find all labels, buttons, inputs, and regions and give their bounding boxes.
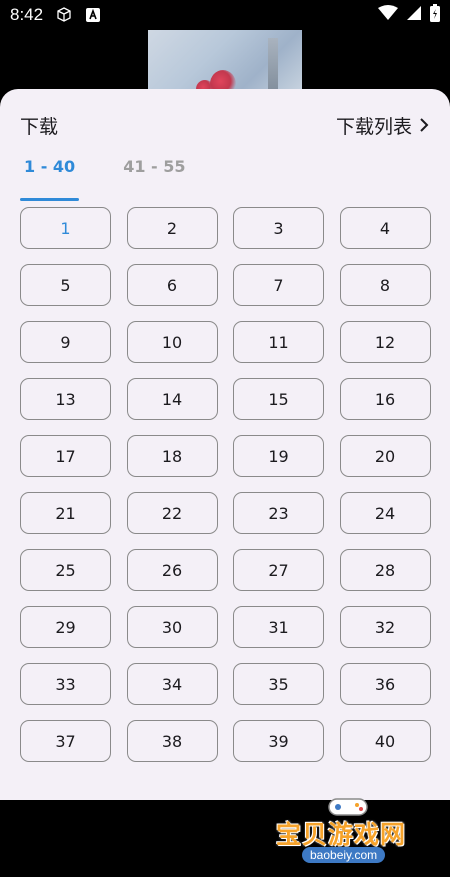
text-a-icon bbox=[85, 7, 101, 23]
watermark-url: baobeiy.com bbox=[302, 847, 386, 863]
episode-button[interactable]: 16 bbox=[339, 378, 431, 420]
episode-button[interactable]: 1 bbox=[20, 207, 111, 249]
download-list-link[interactable]: 下载列表 bbox=[336, 112, 430, 139]
episode-button[interactable]: 39 bbox=[233, 720, 324, 762]
episode-button[interactable]: 19 bbox=[233, 435, 324, 477]
episode-button[interactable]: 8 bbox=[339, 264, 431, 306]
watermark-text: 宝贝游戏网 bbox=[276, 820, 407, 849]
battery-icon bbox=[430, 4, 440, 26]
episode-button[interactable]: 17 bbox=[20, 435, 111, 477]
episode-button[interactable]: 40 bbox=[339, 720, 431, 762]
episode-button[interactable]: 6 bbox=[126, 264, 218, 306]
episode-button[interactable]: 15 bbox=[233, 378, 324, 420]
tab-range-1[interactable]: 1 - 40 bbox=[20, 157, 80, 201]
episode-button[interactable]: 29 bbox=[20, 606, 111, 648]
episode-button[interactable]: 33 bbox=[20, 663, 111, 705]
episode-button[interactable]: 5 bbox=[20, 264, 111, 306]
episode-button[interactable]: 24 bbox=[339, 492, 431, 534]
cube-icon bbox=[55, 6, 73, 24]
episode-button[interactable]: 22 bbox=[126, 492, 218, 534]
episode-button[interactable]: 35 bbox=[233, 663, 324, 705]
site-watermark: 宝贝游戏网 baobeiy.com bbox=[276, 789, 426, 877]
episode-button[interactable]: 21 bbox=[20, 492, 111, 534]
video-thumbnail bbox=[148, 30, 302, 94]
episode-button[interactable]: 30 bbox=[126, 606, 218, 648]
episode-button[interactable]: 3 bbox=[233, 207, 324, 249]
sheet-header: 下载 下载列表 bbox=[20, 111, 430, 139]
episode-grid: 1 2 3 4 5 6 7 8 9 10 11 12 13 14 15 16 17 18 19 20 21 22 23 24 2… bbox=[20, 207, 431, 762]
episode-button[interactable]: 34 bbox=[126, 663, 218, 705]
sheet-title: 下载 bbox=[20, 115, 59, 138]
thumbnail-tower bbox=[268, 38, 278, 94]
episode-button[interactable]: 32 bbox=[339, 606, 431, 648]
episode-button[interactable]: 13 bbox=[20, 378, 111, 420]
episode-button[interactable]: 14 bbox=[126, 378, 218, 420]
episode-button[interactable]: 18 bbox=[126, 435, 218, 477]
gamepad-icon bbox=[326, 795, 370, 823]
range-tabs: 1 - 40 41 - 55 bbox=[20, 157, 190, 201]
episode-button[interactable]: 2 bbox=[126, 207, 218, 249]
download-sheet: 下载 下载列表 1 - 40 41 - 55 1 2 3 4 5 6 7 8 9 10 11 12 13 1… bbox=[0, 89, 450, 863]
chevron-right-icon bbox=[418, 117, 430, 133]
episode-button[interactable]: 9 bbox=[20, 321, 111, 363]
wifi-icon bbox=[378, 5, 398, 25]
episode-button[interactable]: 11 bbox=[233, 321, 324, 363]
episode-button[interactable]: 7 bbox=[233, 264, 324, 306]
episode-button[interactable]: 10 bbox=[126, 321, 218, 363]
episode-button[interactable]: 4 bbox=[339, 207, 431, 249]
tab-range-2[interactable]: 41 - 55 bbox=[119, 157, 189, 191]
episode-button[interactable]: 26 bbox=[126, 549, 218, 591]
episode-button[interactable]: 28 bbox=[339, 549, 431, 591]
episode-button[interactable]: 36 bbox=[339, 663, 431, 705]
download-list-label: 下载列表 bbox=[335, 115, 412, 138]
episode-button[interactable]: 23 bbox=[233, 492, 324, 534]
episode-button[interactable]: 37 bbox=[20, 720, 111, 762]
episode-button[interactable]: 31 bbox=[233, 606, 324, 648]
episode-button[interactable]: 20 bbox=[339, 435, 431, 477]
status-bar: 8:42 bbox=[0, 0, 450, 30]
episode-button[interactable]: 38 bbox=[126, 720, 218, 762]
status-time: 8:42 bbox=[10, 5, 44, 24]
episode-button[interactable]: 12 bbox=[339, 321, 431, 363]
signal-icon bbox=[406, 5, 422, 25]
episode-button[interactable]: 25 bbox=[20, 549, 111, 591]
episode-button[interactable]: 27 bbox=[233, 549, 324, 591]
